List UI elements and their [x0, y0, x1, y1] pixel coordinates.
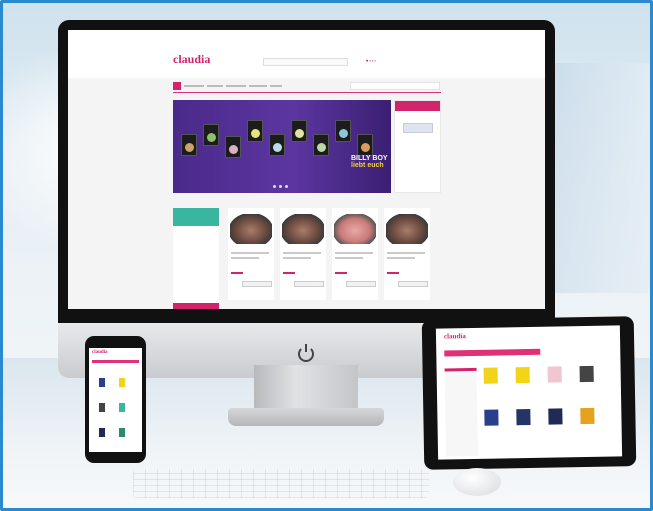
product-card[interactable]: [228, 208, 274, 300]
tablet-product-grid: [483, 365, 616, 458]
product-image: [386, 214, 428, 244]
product-pack: [181, 134, 197, 156]
phone-logo: claudia: [92, 350, 108, 355]
tablet-sidebar: [444, 367, 479, 457]
photo-frame: claudia ♥ ▪ ▪ ▪ BILLY BOY liebt euch cla…: [0, 0, 653, 511]
phone-device: claudia: [85, 336, 146, 463]
tablet-product: [483, 367, 498, 384]
banner-subline: liebt euch: [351, 162, 384, 169]
desktop-monitor: claudia ♥ ▪ ▪ ▪ BILLY BOY liebt euch: [58, 20, 555, 378]
add-to-cart-button[interactable]: [398, 281, 428, 287]
product-price: [335, 272, 347, 274]
tablet-product: [484, 409, 499, 426]
nav-item[interactable]: [226, 85, 246, 87]
phone-nav: [92, 360, 139, 363]
nav-item[interactable]: [207, 85, 223, 87]
product-pack: [269, 134, 285, 156]
phone-screen: claudia: [89, 348, 142, 452]
tablet-logo: claudia: [443, 332, 466, 341]
carousel-dots[interactable]: [273, 185, 288, 188]
category-list: [173, 226, 219, 309]
category-box[interactable]: [173, 208, 219, 226]
mouse: [453, 468, 501, 496]
banner-headline: BILLY BOY: [351, 155, 388, 162]
phone-product: [119, 403, 125, 412]
phone-product: [99, 428, 105, 437]
monitor-screen: claudia ♥ ▪ ▪ ▪ BILLY BOY liebt euch: [68, 30, 545, 309]
phone-product: [119, 428, 125, 437]
nav-divider: [173, 92, 441, 93]
add-to-cart-button[interactable]: [294, 281, 324, 287]
product-pack: [313, 134, 329, 156]
product-image: [334, 214, 376, 244]
tablet-product: [515, 366, 530, 384]
site-header: claudia ♥ ▪ ▪ ▪: [68, 30, 545, 78]
tablet-product: [580, 407, 595, 425]
product-pack: [357, 134, 373, 156]
phone-product: [119, 378, 125, 387]
monitor-stand-base: [228, 408, 384, 426]
add-to-cart-button[interactable]: [346, 281, 376, 287]
tablet-product: [579, 365, 594, 383]
gift-card-image: [403, 123, 433, 133]
power-icon: [298, 344, 314, 362]
nav-item[interactable]: [249, 85, 267, 87]
product-image: [282, 214, 324, 244]
add-to-cart-button[interactable]: [242, 281, 272, 287]
product-price: [231, 272, 243, 274]
header-icons[interactable]: ♥ ▪ ▪ ▪: [366, 58, 376, 63]
product-pack: [335, 120, 351, 142]
product-pack: [247, 120, 263, 142]
tablet-product: [548, 408, 563, 425]
secondary-search[interactable]: [350, 82, 440, 90]
site-logo[interactable]: claudia: [173, 52, 210, 67]
keyboard: [133, 469, 429, 498]
product-pack: [225, 136, 241, 158]
product-card[interactable]: [332, 208, 378, 300]
search-input[interactable]: [263, 58, 348, 66]
tablet-product: [516, 408, 531, 426]
product-image: [230, 214, 272, 244]
category-footer: [173, 303, 219, 309]
product-pack: [203, 124, 219, 146]
phone-product: [99, 403, 105, 412]
tablet-product: [547, 366, 562, 383]
background-window: [543, 63, 650, 293]
nav-item[interactable]: [184, 85, 204, 87]
product-price: [283, 272, 295, 274]
product-price: [387, 272, 399, 274]
promo-banner[interactable]: [173, 100, 391, 193]
phone-product: [99, 378, 105, 387]
product-card[interactable]: [384, 208, 430, 300]
nav-home-button[interactable]: [173, 82, 181, 90]
side-promo[interactable]: [394, 100, 441, 193]
tablet-nav: [444, 348, 541, 357]
nav-item[interactable]: [270, 85, 282, 87]
product-pack: [291, 120, 307, 142]
product-card[interactable]: [280, 208, 326, 300]
tablet-screen: claudia: [435, 325, 623, 460]
tablet-device: claudia: [421, 316, 637, 470]
